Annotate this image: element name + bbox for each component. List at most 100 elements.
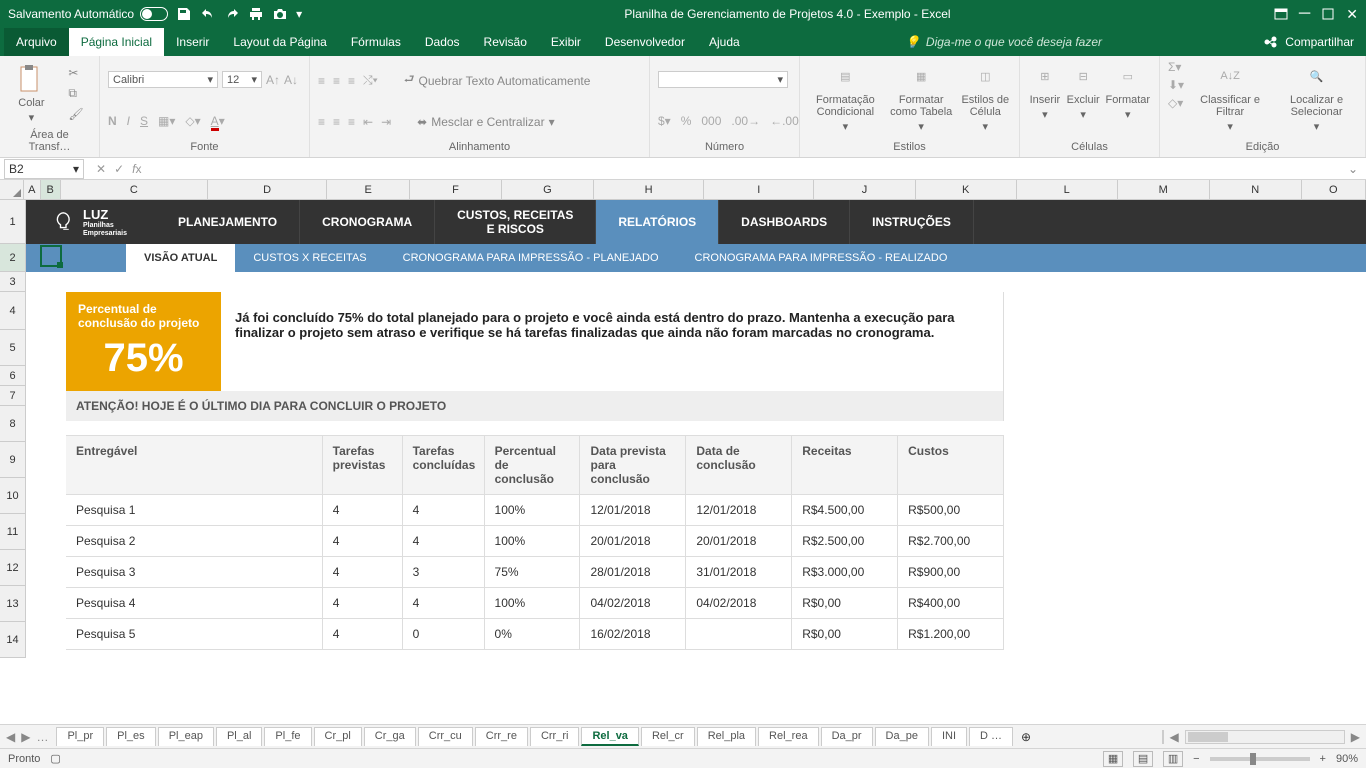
- new-sheet-icon[interactable]: ⊕: [1021, 730, 1031, 744]
- col-header-J[interactable]: J: [814, 180, 915, 199]
- normal-view-icon[interactable]: ▦: [1103, 751, 1123, 767]
- cell[interactable]: R$0,00: [791, 619, 897, 649]
- sheet-tab-Rel_va[interactable]: Rel_va: [581, 727, 638, 746]
- sheet-tab-Pl_al[interactable]: Pl_al: [216, 727, 262, 746]
- zoom-level[interactable]: 90%: [1336, 753, 1358, 765]
- print-icon[interactable]: [248, 6, 264, 22]
- align-middle-icon[interactable]: ≡: [333, 74, 340, 88]
- increase-decimal-icon[interactable]: .00→: [731, 114, 760, 128]
- cell[interactable]: Pesquisa 1: [66, 495, 322, 525]
- cell[interactable]: 4: [402, 588, 484, 618]
- sheet-tab-INI[interactable]: INI: [931, 727, 967, 746]
- autosave-toggle[interactable]: Salvamento Automático: [8, 7, 168, 21]
- row-header-14[interactable]: 14: [0, 622, 26, 658]
- col-header-G[interactable]: G: [502, 180, 594, 199]
- col-header-B[interactable]: B: [41, 180, 61, 199]
- col-header-I[interactable]: I: [704, 180, 814, 199]
- cell[interactable]: 100%: [484, 526, 580, 556]
- grid[interactable]: ABCDEFGHIJKLMNO 1234567891011121314 LUZP…: [0, 180, 1366, 724]
- cell[interactable]: 100%: [484, 495, 580, 525]
- cancel-icon[interactable]: ✕: [96, 162, 106, 176]
- row-header-11[interactable]: 11: [0, 514, 26, 550]
- undo-icon[interactable]: [200, 6, 216, 22]
- menu-layout-da-página[interactable]: Layout da Página: [221, 28, 338, 56]
- percent-icon[interactable]: %: [681, 114, 692, 128]
- page-layout-view-icon[interactable]: ▤: [1133, 751, 1153, 767]
- zoom-slider[interactable]: [1210, 757, 1310, 761]
- sheet-tab-Da_pe[interactable]: Da_pe: [875, 727, 929, 746]
- cell[interactable]: 75%: [484, 557, 580, 587]
- number-format-select[interactable]: ▾: [658, 71, 788, 88]
- bold-button[interactable]: N: [108, 114, 117, 128]
- col-header-F[interactable]: F: [410, 180, 502, 199]
- cell[interactable]: [685, 619, 791, 649]
- horizontal-scrollbar[interactable]: [1185, 730, 1345, 744]
- select-all-corner[interactable]: [0, 180, 24, 199]
- align-right-icon[interactable]: ≡: [348, 115, 355, 129]
- copy-icon[interactable]: ⧉: [68, 86, 83, 101]
- sheet-tab-D …[interactable]: D …: [969, 727, 1013, 746]
- nav1-custos[interactable]: CUSTOS, RECEITAS E RISCOS: [435, 200, 596, 244]
- menu-desenvolvedor[interactable]: Desenvolvedor: [593, 28, 697, 56]
- row-header-1[interactable]: 1: [0, 200, 26, 244]
- sheet-tab-Crr_ri[interactable]: Crr_ri: [530, 727, 580, 746]
- comma-icon[interactable]: 000: [701, 114, 721, 128]
- nav2-1[interactable]: CUSTOS X RECEITAS: [235, 244, 384, 272]
- clear-icon[interactable]: ◇▾: [1168, 96, 1184, 110]
- cell[interactable]: 12/01/2018: [579, 495, 685, 525]
- cell[interactable]: 4: [322, 588, 402, 618]
- cell[interactable]: R$0,00: [791, 588, 897, 618]
- menu-revisão[interactable]: Revisão: [472, 28, 539, 56]
- cell[interactable]: 100%: [484, 588, 580, 618]
- sheet-tab-Pl_pr[interactable]: Pl_pr: [56, 727, 104, 746]
- cell[interactable]: R$2.700,00: [897, 526, 1003, 556]
- sheet-tab-Crr_cu[interactable]: Crr_cu: [418, 727, 473, 746]
- cell[interactable]: R$400,00: [897, 588, 1003, 618]
- decrease-decimal-icon[interactable]: ←.00: [770, 114, 799, 128]
- cell[interactable]: R$4.500,00: [791, 495, 897, 525]
- format-table-button[interactable]: ▦Formatar como Tabela▾: [887, 60, 956, 139]
- col-header-L[interactable]: L: [1017, 180, 1118, 199]
- cell[interactable]: 20/01/2018: [579, 526, 685, 556]
- cell[interactable]: Pesquisa 4: [66, 588, 322, 618]
- wrap-text-button[interactable]: ⮐Quebrar Texto Automaticamente: [404, 70, 591, 91]
- nav2-3[interactable]: CRONOGRAMA PARA IMPRESSÃO - REALIZADO: [677, 244, 966, 272]
- row-header-9[interactable]: 9: [0, 442, 26, 478]
- cell[interactable]: 12/01/2018: [685, 495, 791, 525]
- format-painter-icon[interactable]: 🖌: [68, 107, 83, 121]
- nav2-0[interactable]: VISÃO ATUAL: [126, 244, 235, 272]
- fill-icon[interactable]: ⬇▾: [1168, 78, 1184, 92]
- sheet-tab-Rel_rea[interactable]: Rel_rea: [758, 727, 819, 746]
- sheet-more-icon[interactable]: …: [36, 730, 48, 744]
- merge-center-button[interactable]: ⬌Mesclar e Centralizar▾: [417, 115, 554, 129]
- sheet-tab-Da_pr[interactable]: Da_pr: [821, 727, 873, 746]
- orientation-icon[interactable]: ⤭▾: [363, 73, 378, 88]
- col-header-K[interactable]: K: [916, 180, 1017, 199]
- cell[interactable]: 0%: [484, 619, 580, 649]
- cell[interactable]: 4: [402, 495, 484, 525]
- row-header-2[interactable]: 2: [0, 244, 26, 272]
- cell[interactable]: Pesquisa 3: [66, 557, 322, 587]
- zoom-out-icon[interactable]: −: [1193, 753, 1199, 765]
- align-top-icon[interactable]: ≡: [318, 74, 325, 88]
- nav1-dashboards[interactable]: DASHBOARDS: [719, 200, 850, 244]
- hscroll-left-icon[interactable]: ◀: [1170, 730, 1179, 744]
- zoom-in-icon[interactable]: +: [1320, 753, 1326, 765]
- sheet-tab-Pl_fe[interactable]: Pl_fe: [264, 727, 311, 746]
- increase-font-icon[interactable]: A↑: [266, 73, 280, 87]
- underline-button[interactable]: S: [140, 114, 148, 128]
- menu-página-inicial[interactable]: Página Inicial: [69, 28, 164, 56]
- tell-me[interactable]: 💡 Diga-me o que você deseja fazer: [905, 35, 1102, 49]
- paste-button[interactable]: Colar ▾: [15, 63, 47, 124]
- nav1-instruções[interactable]: INSTRUÇÕES: [850, 200, 974, 244]
- row-header-3[interactable]: 3: [0, 272, 26, 292]
- cell[interactable]: R$3.000,00: [791, 557, 897, 587]
- col-header-A[interactable]: A: [24, 180, 41, 199]
- nav1-relatórios[interactable]: RELATÓRIOS: [596, 200, 719, 244]
- cell[interactable]: 4: [322, 557, 402, 587]
- indent-inc-icon[interactable]: ⇥: [381, 115, 391, 129]
- col-header-M[interactable]: M: [1118, 180, 1210, 199]
- menu-dados[interactable]: Dados: [413, 28, 472, 56]
- conditional-format-button[interactable]: ▤Formatação Condicional▾: [808, 60, 883, 139]
- font-name[interactable]: Calibri▾: [108, 71, 218, 88]
